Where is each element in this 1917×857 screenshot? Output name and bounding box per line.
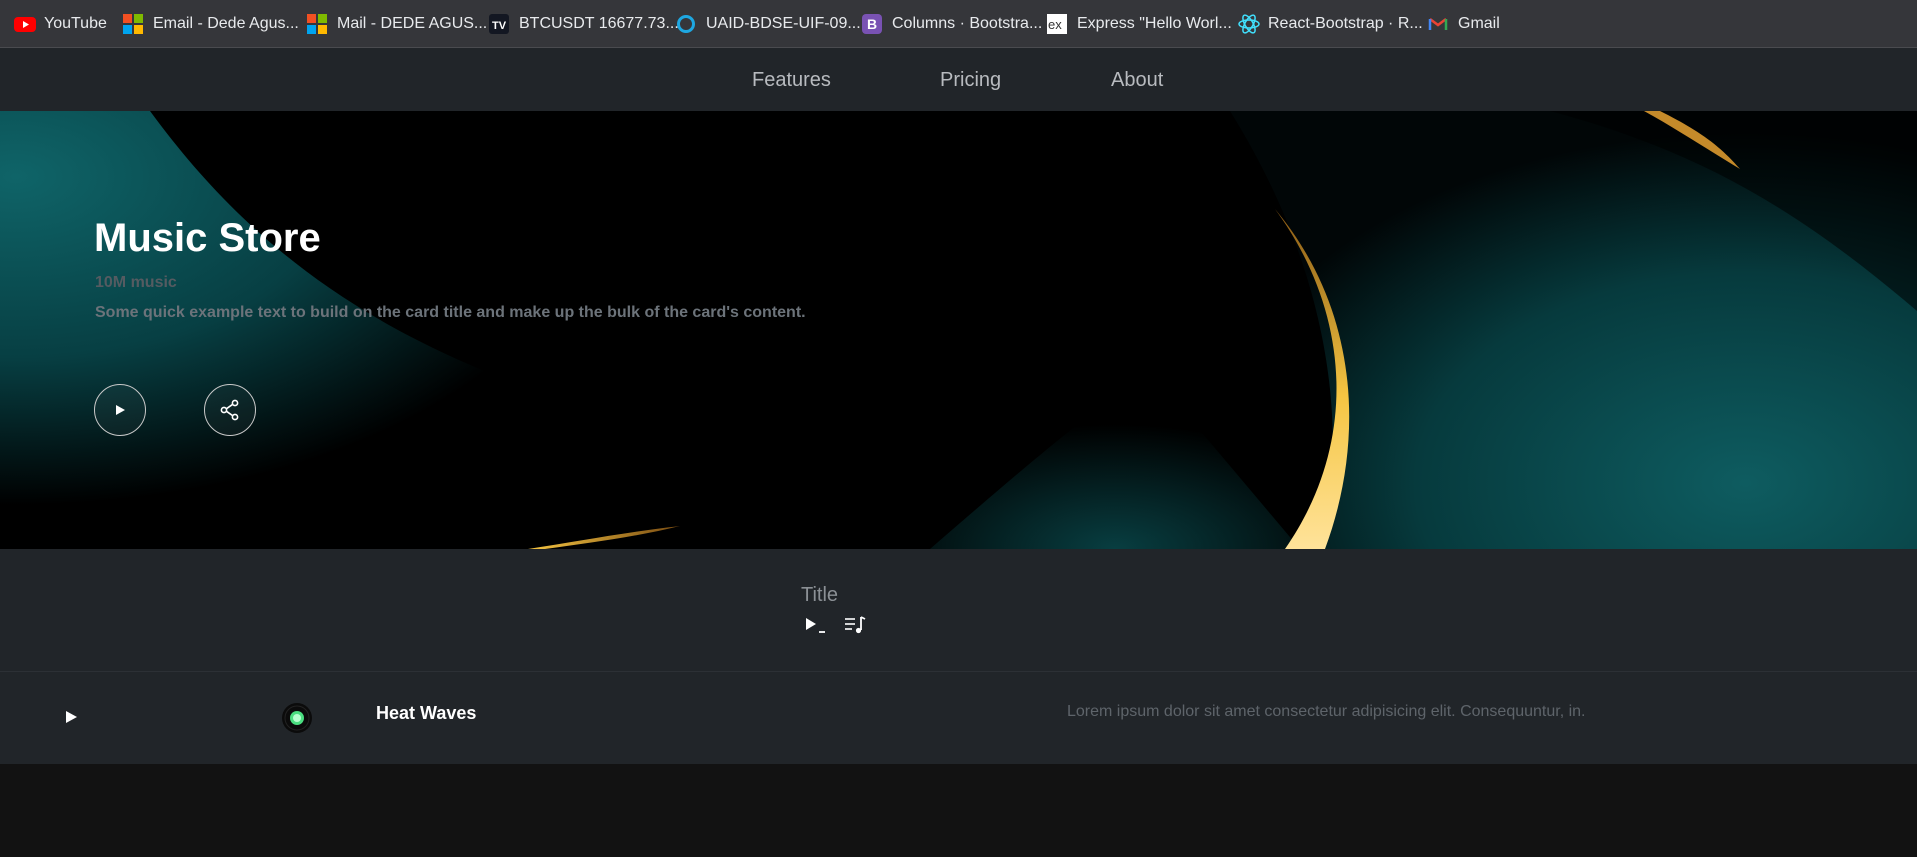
bookmark-label: YouTube xyxy=(44,15,107,32)
svg-text:ex: ex xyxy=(1048,17,1062,32)
bookmark-mail[interactable]: Mail - DEDE AGUS... xyxy=(307,12,487,36)
microsoft-icon xyxy=(307,14,327,34)
playlist-header: Title xyxy=(0,549,1917,671)
react-bootstrap-icon xyxy=(1238,14,1260,34)
bookmark-label: Mail - DEDE AGUS... xyxy=(337,15,488,32)
bookmark-label: Gmail xyxy=(1458,15,1500,32)
hero-play-button[interactable] xyxy=(94,384,146,436)
bookmark-uaid[interactable]: UAID-BDSE-UIF-09... xyxy=(676,12,861,36)
bookmark-btcusdt[interactable]: TV BTCUSDT 16677.73... xyxy=(489,12,679,36)
svg-text:TV: TV xyxy=(492,20,507,32)
microsoft-icon xyxy=(123,14,143,34)
section-title: Title xyxy=(801,584,839,606)
bookmark-express[interactable]: ex Express "Hello Worl... xyxy=(1047,12,1232,36)
hero-text: Some quick example text to build on the … xyxy=(95,304,806,321)
bootstrap-icon: B xyxy=(862,14,882,34)
hero-banner: Music Store 10M music Some quick example… xyxy=(0,111,1917,549)
playlist-icon[interactable] xyxy=(844,615,868,635)
bookmark-react-bootstrap[interactable]: React-Bootstrap · R... xyxy=(1238,12,1423,36)
youtube-icon xyxy=(14,14,36,34)
page-footer-space xyxy=(0,764,1917,857)
bookmark-bootstrap[interactable]: B Columns · Bootstra... xyxy=(862,12,1042,36)
bookmark-label: BTCUSDT 16677.73... xyxy=(519,15,679,32)
nav-link-pricing[interactable]: Pricing xyxy=(940,69,1001,92)
express-icon: ex xyxy=(1047,14,1067,34)
tradingview-icon: TV xyxy=(489,14,509,34)
svg-text:B: B xyxy=(867,16,877,32)
bookmark-email[interactable]: Email - Dede Agus... xyxy=(123,12,299,36)
bookmarks-bar: YouTube Email - Dede Agus... Mail - DEDE… xyxy=(0,0,1917,48)
track-play-icon[interactable] xyxy=(64,710,78,724)
bookmark-label: Columns · Bootstra... xyxy=(892,15,1043,32)
vinyl-record-icon xyxy=(282,703,312,733)
hero-title: Music Store xyxy=(94,216,321,260)
bookmark-label: UAID-BDSE-UIF-09... xyxy=(706,15,861,32)
play-icon xyxy=(116,405,125,415)
track-description: Lorem ipsum dolor sit amet consectetur a… xyxy=(1067,703,1586,720)
gmail-icon xyxy=(1428,14,1448,34)
hero-subtitle: 10M music xyxy=(95,274,177,291)
share-icon xyxy=(220,399,239,421)
nav-link-about[interactable]: About xyxy=(1111,69,1163,92)
track-name: Heat Waves xyxy=(376,703,477,723)
top-navbar: Features Pricing About xyxy=(0,48,1917,111)
hero-background-image xyxy=(0,111,1917,549)
bookmark-youtube[interactable]: YouTube xyxy=(14,12,107,36)
bookmark-label: React-Bootstrap · R... xyxy=(1268,15,1423,32)
track-row[interactable]: Heat Waves Lorem ipsum dolor sit amet co… xyxy=(0,671,1917,764)
bookmark-gmail[interactable]: Gmail xyxy=(1428,12,1500,36)
circle-icon xyxy=(676,14,696,34)
hero-share-button[interactable] xyxy=(204,384,256,436)
play-next-icon[interactable] xyxy=(804,615,828,635)
bookmark-label: Express "Hello Worl... xyxy=(1077,15,1232,32)
bookmark-label: Email - Dede Agus... xyxy=(153,15,299,32)
nav-link-features[interactable]: Features xyxy=(752,69,831,92)
